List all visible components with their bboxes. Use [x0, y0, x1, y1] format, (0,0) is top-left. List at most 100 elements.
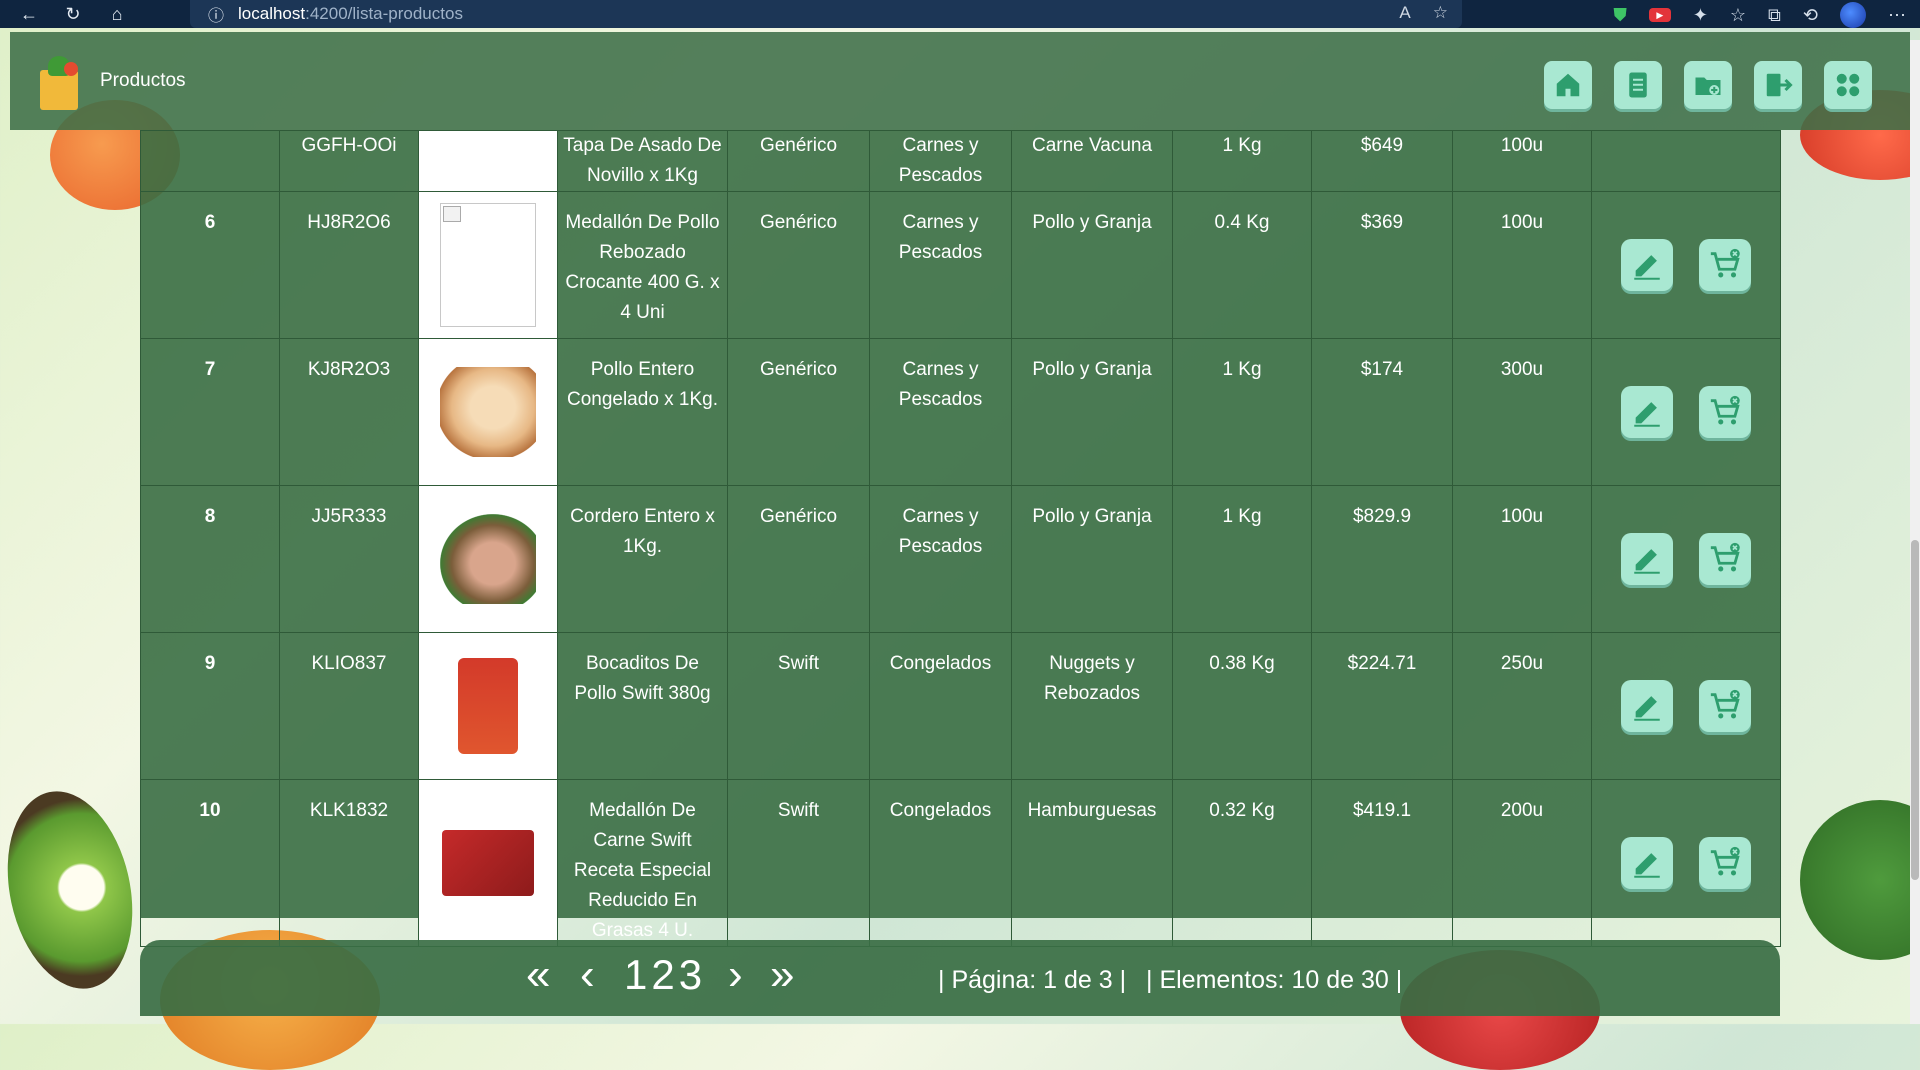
home-icon[interactable]: ⌂ [102, 0, 132, 28]
cell-subcategory: Carne Vacuna [1011, 130, 1173, 192]
edit-button[interactable] [1621, 680, 1673, 732]
cell-stock: 100u [1452, 191, 1592, 339]
edit-button[interactable] [1621, 239, 1673, 291]
edit-button[interactable] [1621, 386, 1673, 438]
cell-image [418, 130, 558, 192]
product-image [440, 367, 536, 457]
scrollbar[interactable] [1910, 40, 1920, 1024]
edit-button[interactable] [1621, 837, 1673, 889]
products-table: 5 GGFH-OOi Tapa De Asado De Novillo x 1K… [140, 130, 1781, 947]
cell-category: Carnes y Pescados [869, 338, 1012, 486]
cart-remove-icon [1710, 846, 1740, 876]
address-bar[interactable]: ⓘ localhost:4200/lista-productos A ☆ [190, 0, 1462, 28]
product-image [458, 658, 518, 754]
cell-category: Congelados [869, 779, 1012, 947]
page-info: | Página: 1 de 3 | [938, 966, 1127, 994]
cell-description: Medallón De Carne Swift Receta Especial … [557, 779, 728, 947]
logout-button[interactable] [1754, 61, 1802, 109]
remove-from-cart-button[interactable] [1699, 533, 1751, 585]
add-product-button[interactable] [1684, 61, 1732, 109]
cell-stock: 100u [1452, 130, 1592, 192]
cell-subcategory: Pollo y Granja [1011, 191, 1173, 339]
extensions-icon[interactable]: ✦ [1693, 5, 1708, 26]
first-page-button[interactable]: « [526, 950, 550, 1000]
cell-stock: 250u [1452, 632, 1592, 780]
cell-subcategory: Pollo y Granja [1011, 338, 1173, 486]
cart-remove-icon [1710, 689, 1740, 719]
cell-image [418, 485, 558, 633]
back-icon[interactable]: ← [14, 0, 44, 28]
cell-index: 8 [140, 485, 280, 633]
elements-info: | Elementos: 10 de 30 | [1146, 966, 1403, 994]
shield-extension-icon[interactable]: ⛊ [1613, 5, 1627, 26]
table-row: 7 KJ8R2O3 Pollo Entero Congelado x 1Kg. Gen… [140, 338, 1781, 486]
cell-subcategory: Nuggets y Rebozados [1011, 632, 1173, 780]
pencil-icon [1634, 549, 1660, 574]
cell-index: 9 [140, 632, 280, 780]
cell-brand: Genérico [727, 485, 870, 633]
cell-index: 7 [140, 338, 280, 486]
edit-button[interactable] [1621, 533, 1673, 585]
cell-description: Bocaditos De Pollo Swift 380g [557, 632, 728, 780]
browser-toolbar: ← ↻ ⌂ ⓘ localhost:4200/lista-productos A… [0, 0, 1920, 28]
cell-description: Cordero Entero x 1Kg. [557, 485, 728, 633]
cell-actions [1591, 338, 1781, 486]
info-icon[interactable]: ⓘ [208, 2, 224, 26]
broccoli-decoration [1800, 800, 1920, 960]
remove-from-cart-button[interactable] [1699, 680, 1751, 732]
favorite-icon[interactable]: ☆ [1433, 3, 1448, 23]
cell-price: $369 [1311, 191, 1453, 339]
page-1-button[interactable]: 1 [624, 951, 647, 998]
kiwi-decoration [0, 779, 150, 1001]
table-row: 8 JJ5R333 Cordero Entero x 1Kg. Genérico Car… [140, 485, 1781, 633]
pencil-icon [1634, 402, 1660, 427]
table-row: 6 HJ8R2O6 Medallón De Pollo Rebozado Croca… [140, 191, 1781, 339]
grocery-bag-logo [36, 52, 82, 110]
cell-description: Pollo Entero Congelado x 1Kg. [557, 338, 728, 486]
table-row: 9 KLIO837 Bocaditos De Pollo Swift 380g Swi… [140, 632, 1781, 780]
cell-weight: 0.4 Kg [1172, 191, 1312, 339]
cell-weight: 0.32 Kg [1172, 779, 1312, 947]
cell-description: Medallón De Pollo Rebozado Crocante 400 … [557, 191, 728, 339]
cell-price: $829.9 [1311, 485, 1453, 633]
refresh-icon[interactable]: ↻ [58, 0, 88, 28]
url-path: :4200/lista-productos [305, 4, 463, 23]
remove-from-cart-button[interactable] [1699, 837, 1751, 889]
remove-from-cart-button[interactable] [1699, 239, 1751, 291]
page-3-button[interactable]: 3 [679, 951, 702, 998]
video-extension-icon[interactable]: ▶ [1648, 8, 1671, 22]
cell-weight: 1 Kg [1172, 485, 1312, 633]
cell-actions [1591, 779, 1781, 947]
home-icon [1556, 73, 1580, 97]
collections-icon[interactable]: ⧉ [1768, 5, 1781, 26]
home-button[interactable] [1544, 61, 1592, 109]
cell-stock: 300u [1452, 338, 1592, 486]
favorites-icon[interactable]: ☆ [1730, 5, 1746, 26]
pencil-icon [1634, 853, 1660, 878]
cell-category: Carnes y Pescados [869, 485, 1012, 633]
remove-from-cart-button[interactable] [1699, 386, 1751, 438]
cell-image [418, 632, 558, 780]
page-2-button[interactable]: 2 [651, 951, 674, 998]
report-button[interactable] [1614, 61, 1662, 109]
menu-icon[interactable]: ⋯ [1888, 5, 1906, 26]
logout-icon [1766, 73, 1793, 97]
cart-remove-icon [1710, 542, 1740, 572]
prev-page-button[interactable]: ‹ [580, 950, 595, 1000]
pencil-icon [1634, 255, 1660, 280]
url-host: localhost [238, 4, 306, 23]
scrollbar-thumb[interactable] [1911, 540, 1919, 880]
cell-code: KLK1832 [279, 779, 419, 947]
next-page-button[interactable]: › [728, 950, 743, 1000]
apps-button[interactable] [1824, 61, 1872, 109]
add-folder-icon [1695, 77, 1721, 95]
last-page-button[interactable]: » [770, 950, 794, 1000]
cart-remove-icon [1710, 395, 1740, 425]
history-icon[interactable]: ⟲ [1803, 5, 1818, 26]
product-image [440, 514, 536, 604]
cell-index: 5 [140, 130, 280, 192]
read-aloud-icon[interactable]: A [1399, 3, 1410, 23]
profile-avatar[interactable] [1840, 2, 1866, 28]
product-image [442, 830, 534, 896]
page-numbers: 123 [624, 950, 706, 1000]
